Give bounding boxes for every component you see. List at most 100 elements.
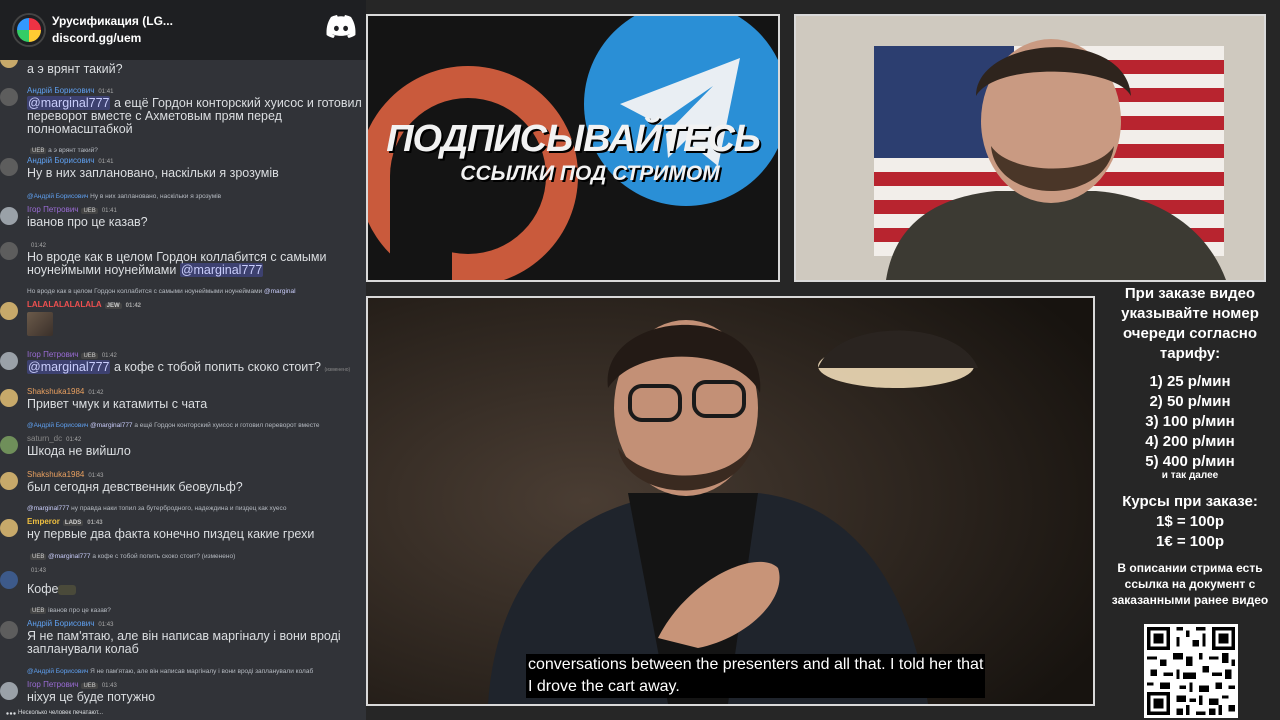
discord-server-header[interactable]: Урусификация (LG... discord.gg/uem bbox=[0, 0, 366, 60]
username[interactable]: Shakshuka1984 bbox=[27, 387, 84, 396]
typing-indicator: Несколько человек печатают... bbox=[18, 710, 103, 716]
message-header: Shakshuka1984 01:43 bbox=[27, 470, 103, 479]
user-avatar[interactable] bbox=[0, 472, 18, 490]
reply-username: @Андрій Борисович bbox=[27, 422, 89, 429]
video-scene bbox=[368, 298, 1093, 704]
user-avatar[interactable] bbox=[0, 571, 18, 589]
typing-dots-icon bbox=[6, 712, 16, 715]
reply-text: а э врянт такий? bbox=[48, 147, 98, 154]
message-text: ніхуя це буде потужно bbox=[27, 690, 156, 704]
webcam-feed bbox=[794, 14, 1266, 282]
user-avatar[interactable] bbox=[0, 302, 18, 320]
user-avatar[interactable] bbox=[0, 519, 18, 537]
reply-mention: @marginal777 bbox=[48, 553, 91, 560]
username[interactable]: Андрій Борисович bbox=[27, 619, 94, 628]
message-body: а кофе с тобой попить скоко стоит? bbox=[110, 360, 321, 374]
webcam-scene bbox=[796, 16, 1264, 280]
subtitle-line: I drove the cart away. bbox=[528, 678, 680, 695]
reply-text: Ну в них заплановано, наскільки я зрозум… bbox=[88, 193, 222, 200]
order-instructions: При заказе видео указывайте номер очеред… bbox=[1121, 285, 1259, 362]
message-text: @marginal777 а кофе с тобой попить скоко… bbox=[27, 360, 362, 377]
username[interactable]: Андрій Борисович bbox=[27, 156, 94, 165]
edited-marker: (изменено) bbox=[324, 367, 351, 373]
edited-marker: (изменено) bbox=[201, 553, 236, 560]
message-text: ну первые два факта конечно пиздец какие… bbox=[27, 527, 315, 541]
user-avatar[interactable] bbox=[0, 207, 18, 225]
timestamp: 01:43 bbox=[98, 622, 114, 628]
reply-mention: @marginal777 bbox=[27, 505, 70, 512]
order-info-panel: При заказе видео указывайте номер очеред… bbox=[1100, 282, 1280, 720]
message-list[interactable]: а э врянт такий? Андрій Борисович 01:41 @… bbox=[0, 50, 366, 708]
message-header: 01:43 bbox=[27, 565, 46, 574]
message-text: Но вроде как в целом Гордон коллабится с… bbox=[27, 251, 362, 277]
user-avatar[interactable] bbox=[0, 389, 18, 407]
message-body: Но вроде как в целом Гордон коллабится с… bbox=[27, 250, 327, 277]
role-badge: UEB bbox=[30, 608, 47, 614]
username[interactable]: Emperor bbox=[27, 517, 60, 526]
username[interactable]: Ігор Петрович bbox=[27, 350, 78, 359]
username[interactable]: Shakshuka1984 bbox=[27, 470, 84, 479]
message-text: Я не пам'ятаю, але він написав маргіналу… bbox=[27, 629, 341, 656]
user-avatar[interactable] bbox=[0, 158, 18, 176]
rate-item: 1$ = 100р bbox=[1156, 513, 1224, 530]
role-badge: LADS bbox=[62, 520, 84, 526]
description-note: В описании стрима есть ссылка на докумен… bbox=[1111, 561, 1269, 607]
username[interactable]: Ігор Петрович bbox=[27, 680, 78, 689]
qr-code-icon bbox=[1144, 624, 1238, 718]
main-video-player[interactable]: conversations between the presenters and… bbox=[366, 296, 1095, 706]
username[interactable]: saturn_dc bbox=[27, 434, 62, 443]
reply-text: ну правда наки топил за бутербродного, н… bbox=[69, 505, 287, 512]
timestamp: 01:42 bbox=[125, 303, 142, 309]
timestamp: 01:42 bbox=[66, 437, 82, 443]
reply-text: а кофе с тобой попить скоко стоит? bbox=[90, 553, 200, 560]
message-text: Ну в них заплановано, наскільки я зрозум… bbox=[27, 166, 279, 180]
reply-text: а ещё Гордон конторский хуисос и готовил… bbox=[132, 422, 320, 429]
tariff-item: 3) 100 р/мин bbox=[1145, 413, 1235, 430]
custom-emoji-icon bbox=[58, 584, 77, 595]
video-subtitles: conversations between the presenters and… bbox=[526, 654, 986, 698]
role-badge: UEB bbox=[30, 148, 47, 154]
message-text: а э врянт такий? bbox=[27, 62, 123, 76]
user-avatar[interactable] bbox=[0, 88, 18, 106]
user-avatar[interactable] bbox=[0, 352, 18, 370]
tariff-item: 4) 200 р/мин bbox=[1145, 433, 1235, 450]
message-text: іванов про це казав? bbox=[27, 215, 148, 229]
server-invite-link[interactable]: discord.gg/uem bbox=[52, 30, 173, 47]
rates-list: 1$ = 100р 1€ = 100р bbox=[1100, 512, 1280, 552]
message-text: Привет чмук и катамиты с чата bbox=[27, 397, 208, 411]
timestamp: 01:43 bbox=[31, 568, 47, 574]
reply-text: іванов про це казав? bbox=[48, 607, 111, 614]
message-header: Ігор Петрович UEB 01:42 bbox=[27, 350, 117, 359]
role-badge: UEB bbox=[81, 683, 98, 689]
user-mention[interactable]: @marginal777 bbox=[179, 263, 264, 277]
message-header: 01:42 bbox=[27, 240, 46, 249]
tariff-item: 1) 25 р/мин bbox=[1149, 373, 1231, 390]
message-header: Андрій Борисович 01:41 bbox=[27, 156, 113, 165]
username[interactable]: Андрій Борисович bbox=[27, 86, 94, 95]
reply-username: @Андрій Борисович bbox=[27, 668, 89, 675]
user-mention[interactable]: @marginal777 bbox=[27, 96, 111, 110]
user-avatar[interactable] bbox=[0, 621, 18, 639]
user-avatar[interactable] bbox=[0, 682, 18, 700]
user-mention[interactable]: @marginal777 bbox=[27, 360, 111, 374]
discord-logo-icon bbox=[326, 15, 356, 38]
message-header: Emperor LADS 01:43 bbox=[27, 517, 103, 526]
subtitle-line: conversations between the presenters and… bbox=[528, 656, 984, 673]
user-avatar[interactable] bbox=[0, 436, 18, 454]
tariff-item: 2) 50 р/мин bbox=[1149, 393, 1231, 410]
role-badge: UEB bbox=[81, 208, 98, 214]
user-avatar[interactable] bbox=[0, 242, 18, 260]
timestamp: 01:42 bbox=[88, 390, 104, 396]
username[interactable]: Ігор Петрович bbox=[27, 205, 78, 214]
reply-username: @Андрій Борисович bbox=[27, 193, 89, 200]
server-name: Урусификация (LG... bbox=[52, 14, 173, 28]
message-image[interactable] bbox=[27, 312, 53, 336]
reply-text: Но вроде как в целом Гордон коллабится с… bbox=[27, 288, 263, 295]
message-header: Shakshuka1984 01:42 bbox=[27, 387, 103, 396]
discord-chat-overlay: Урусификация (LG... discord.gg/uem а э в… bbox=[0, 0, 366, 720]
promo-subheadline: ССЫЛКИ ПОД СТРИМОМ bbox=[460, 162, 720, 185]
reply-mention: @marginal777 bbox=[90, 422, 133, 429]
subscribe-promo-panel: ПОДПИСЫВАЙТЕСЬ ССЫЛКИ ПОД СТРИМОМ bbox=[366, 14, 780, 282]
reply-mention: @marginal bbox=[264, 288, 296, 295]
username[interactable]: LALALALALALALA bbox=[27, 300, 102, 309]
